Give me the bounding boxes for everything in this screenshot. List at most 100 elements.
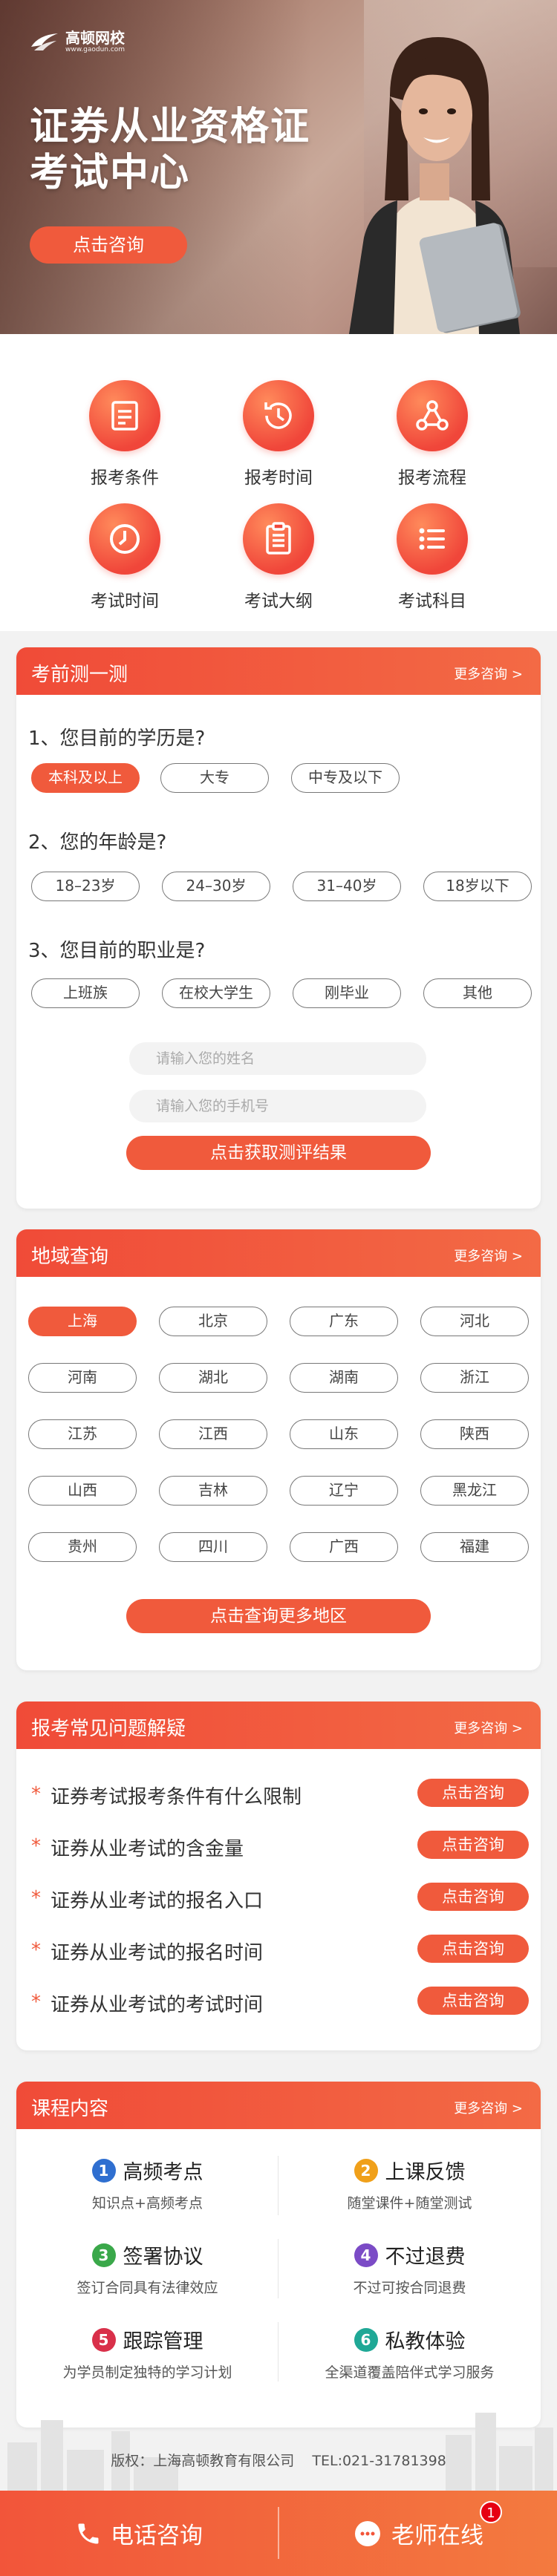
logo-name: 高顿网校 [65, 29, 125, 47]
option-age-18-23[interactable]: 18–23岁 [31, 872, 140, 901]
faq-item[interactable]: * 证券考试报考条件有什么限制 点击咨询 [31, 1779, 529, 1808]
option-college[interactable]: 大专 [160, 763, 269, 793]
number-badge: 5 [91, 2327, 116, 2352]
faq-consult-button[interactable]: 点击咨询 [417, 1935, 529, 1963]
option-age-under-18[interactable]: 18岁以下 [423, 872, 532, 901]
region-pill[interactable]: 湖南 [290, 1363, 398, 1393]
telephone-text: TEL:021-31781398 [312, 2453, 446, 2469]
region-pill[interactable]: 湖北 [159, 1363, 267, 1393]
option-other[interactable]: 其他 [423, 978, 532, 1008]
faq-consult-button[interactable]: 点击咨询 [417, 1883, 529, 1911]
hero-title-line1: 证券从业资格证 [30, 105, 311, 149]
faq-question: 证券考试报考条件有什么限制 [51, 1786, 302, 1808]
logo-wings-icon [30, 30, 59, 53]
option-bachelor[interactable]: 本科及以上 [31, 763, 140, 793]
number-badge: 3 [91, 2243, 116, 2267]
region-pill[interactable]: 广西 [290, 1532, 398, 1562]
more-link[interactable]: 更多咨询 > [454, 1246, 523, 1265]
pretest-card: 考前测一测 更多咨询 > 1、您目前的学历是? 本科及以上 大专 中专及以下 2… [16, 647, 541, 1209]
region-pill[interactable]: 贵州 [28, 1532, 137, 1562]
faq-question: 证券从业考试的含金量 [51, 1838, 244, 1860]
region-pill[interactable]: 北京 [159, 1307, 267, 1336]
grid-label: 考试时间 [91, 592, 159, 611]
region-pill[interactable]: 江苏 [28, 1419, 137, 1449]
history-clock-icon [243, 380, 314, 451]
number-badge: 6 [354, 2327, 378, 2352]
region-pill[interactable]: 四川 [159, 1532, 267, 1562]
option-graduate[interactable]: 刚毕业 [293, 978, 401, 1008]
region-pill[interactable]: 河北 [420, 1307, 529, 1336]
teacher-online-button[interactable]: 老师在线 [279, 2491, 557, 2576]
clock-icon [89, 503, 160, 575]
question-age: 2、您的年龄是? [28, 831, 167, 854]
grid-item-process[interactable]: 报考流程 [373, 380, 492, 488]
checklist-icon [89, 380, 160, 451]
region-pill[interactable]: 上海 [28, 1307, 137, 1336]
hero-consult-button[interactable]: 点击咨询 [30, 226, 187, 264]
more-link[interactable]: 更多咨询 > [454, 1718, 523, 1737]
grid-item-syllabus[interactable]: 考试大纲 [219, 503, 338, 612]
more-regions-button[interactable]: 点击查询更多地区 [126, 1599, 431, 1633]
footer-text: 版权：上海高顿教育有限公司 TEL:021-31781398 [0, 2450, 557, 2470]
region-pill[interactable]: 广东 [290, 1307, 398, 1336]
asterisk-icon: * [31, 1835, 41, 1857]
submit-test-button[interactable]: 点击获取测评结果 [126, 1136, 431, 1170]
region-pill[interactable]: 河南 [28, 1363, 137, 1393]
region-pill[interactable]: 山东 [290, 1419, 398, 1449]
phone-consult-button[interactable]: 电话咨询 [0, 2491, 278, 2576]
region-pill[interactable]: 辽宁 [290, 1476, 398, 1506]
region-pill[interactable]: 福建 [420, 1532, 529, 1562]
card-title: 报考常见问题解疑 [31, 1718, 186, 1740]
asterisk-icon: * [31, 1939, 41, 1961]
region-pill[interactable]: 浙江 [420, 1363, 529, 1393]
chat-bubble-icon [355, 2520, 380, 2546]
grid-item-exam-time[interactable]: 考试时间 [65, 503, 184, 612]
faq-question: 证券从业考试的报名入口 [51, 1890, 264, 1912]
grid-item-register-time[interactable]: 报考时间 [219, 380, 338, 488]
faq-item[interactable]: * 证券从业考试的考试时间 点击咨询 [31, 1987, 529, 2016]
grid-item-subjects[interactable]: 考试科目 [373, 503, 492, 612]
more-link[interactable]: 更多咨询 > [454, 664, 523, 683]
option-age-24-30[interactable]: 24–30岁 [162, 872, 270, 901]
faq-item[interactable]: * 证券从业考试的报名时间 点击咨询 [31, 1935, 529, 1964]
faq-item[interactable]: * 证券从业考试的报名入口 点击咨询 [31, 1883, 529, 1912]
region-pill[interactable]: 吉林 [159, 1476, 267, 1506]
document-list-icon [243, 503, 314, 575]
teacher-online-label: 老师在线 [391, 2523, 483, 2549]
logo-url: www.gaodun.com [65, 46, 126, 53]
region-pill[interactable]: 陕西 [420, 1419, 529, 1449]
question-education: 1、您目前的学历是? [28, 728, 206, 750]
faq-consult-button[interactable]: 点击咨询 [417, 1779, 529, 1807]
course-item-title: 签署协议 [123, 2246, 203, 2269]
bottom-action-bar: 电话咨询 老师在线 1 [0, 2491, 557, 2576]
asterisk-icon: * [31, 1783, 41, 1805]
card-header: 课程内容 更多咨询 > [16, 2082, 541, 2129]
region-pill[interactable]: 江西 [159, 1419, 267, 1449]
brand-logo[interactable]: 高顿网校 www.gaodun.com [30, 30, 125, 53]
grid-label: 报考条件 [91, 468, 159, 488]
phone-input[interactable]: 请输入您的手机号 [129, 1090, 426, 1122]
course-item-desc: 知识点+高频考点 [92, 2195, 203, 2211]
hero-title-line2: 考试中心 [30, 151, 191, 195]
faq-item[interactable]: * 证券从业考试的含金量 点击咨询 [31, 1831, 529, 1860]
faq-consult-button[interactable]: 点击咨询 [417, 1831, 529, 1859]
number-badge: 1 [91, 2158, 116, 2183]
more-link[interactable]: 更多咨询 > [454, 2098, 523, 2117]
name-input[interactable]: 请输入您的姓名 [129, 1042, 426, 1075]
faq-card: 报考常见问题解疑 更多咨询 > * 证券考试报考条件有什么限制 点击咨询 * 证券从业… [16, 1701, 541, 2050]
footer: 版权：上海高顿教育有限公司 TEL:021-31781398 [0, 2428, 557, 2494]
faq-consult-button[interactable]: 点击咨询 [417, 1987, 529, 2015]
course-item-desc: 不过可按合同退费 [353, 2280, 466, 2296]
grid-item-conditions[interactable]: 报考条件 [65, 380, 184, 488]
copyright-text: 版权：上海高顿教育有限公司 [111, 2453, 295, 2469]
option-secondary[interactable]: 中专及以下 [291, 763, 400, 793]
region-pill[interactable]: 山西 [28, 1476, 137, 1506]
option-student[interactable]: 在校大学生 [162, 978, 270, 1008]
course-item-feedback: 2 上课反馈 随堂课件+随堂测试 [278, 2156, 541, 2212]
option-employee[interactable]: 上班族 [31, 978, 140, 1008]
region-pill[interactable]: 黑龙江 [420, 1476, 529, 1506]
option-age-31-40[interactable]: 31–40岁 [293, 872, 401, 901]
grid-label: 考试大纲 [244, 592, 313, 611]
asterisk-icon: * [31, 1887, 41, 1909]
course-item-title: 跟踪管理 [123, 2330, 203, 2353]
